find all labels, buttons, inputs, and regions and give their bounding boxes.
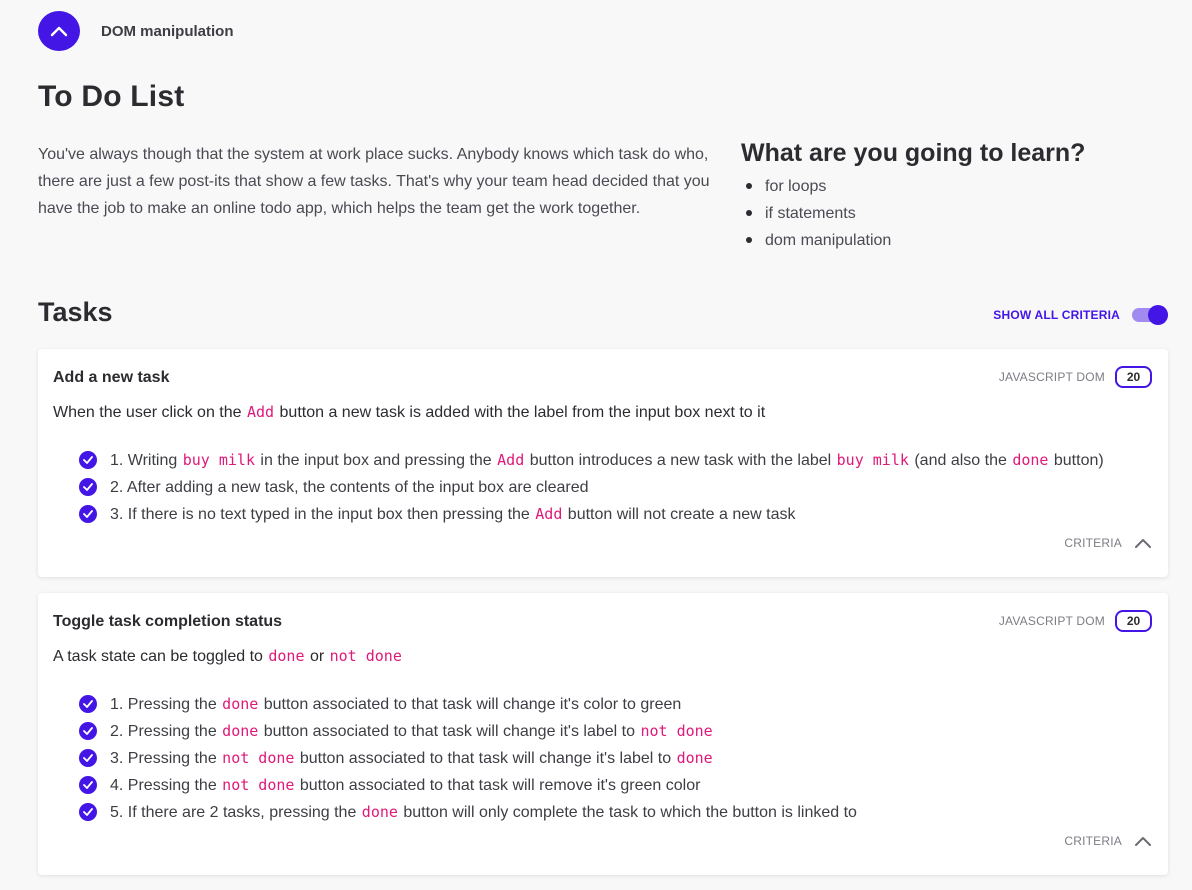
- task-description: When the user click on the Add button a …: [53, 403, 766, 421]
- task-description: A task state can be toggled to done or n…: [53, 647, 402, 665]
- criteria-footer-label: CRITERIA: [1064, 834, 1122, 848]
- code-keyword: done: [1012, 451, 1049, 469]
- topbar: DOM manipulation: [38, 11, 234, 51]
- code-keyword: done: [222, 695, 259, 713]
- criteria-item: 2. After adding a new task, the contents…: [79, 474, 1104, 501]
- code-keyword: done: [268, 647, 305, 665]
- show-all-criteria-toggle[interactable]: [1132, 304, 1168, 326]
- code-keyword: not done: [640, 722, 713, 740]
- chevron-up-icon[interactable]: [1134, 835, 1152, 847]
- criteria-item: 2. Pressing the done button associated t…: [79, 718, 857, 745]
- task-card-title: Toggle task completion status: [53, 613, 283, 630]
- show-all-criteria: SHOW ALL CRITERIA: [993, 304, 1168, 326]
- check-circle-icon: [79, 477, 97, 496]
- learn-title: What are you going to learn?: [741, 139, 1086, 167]
- code-keyword: Add: [497, 451, 525, 469]
- criteria-text: 3. Pressing the not done button associat…: [110, 749, 713, 767]
- code-keyword: done: [222, 722, 259, 740]
- check-circle-icon: [79, 694, 97, 713]
- task-card-add-new-task: Add a new task JAVASCRIPT DOM 20 When th…: [38, 349, 1168, 577]
- code-keyword: not done: [222, 776, 295, 794]
- criteria-text: 1. Writing buy milk in the input box and…: [110, 451, 1104, 469]
- criteria-text: 5. If there are 2 tasks, pressing the do…: [110, 803, 857, 821]
- criteria-text: 3. If there is no text typed in the inpu…: [110, 505, 796, 523]
- criteria-list: 1. Writing buy milk in the input box and…: [79, 447, 1104, 528]
- learn-list: for loops if statements dom manipulation: [745, 173, 891, 254]
- code-keyword: not done: [222, 749, 295, 767]
- criteria-text: 4. Pressing the not done button associat…: [110, 776, 701, 794]
- criteria-item: 3. Pressing the not done button associat…: [79, 745, 857, 772]
- tasks-title: Tasks: [38, 297, 113, 327]
- task-card-title: Add a new task: [53, 369, 170, 386]
- back-button[interactable]: [38, 11, 80, 51]
- check-circle-icon: [79, 802, 97, 821]
- check-circle-icon: [79, 748, 97, 767]
- code-keyword: done: [361, 803, 398, 821]
- task-card-toggle-completion: Toggle task completion status JAVASCRIPT…: [38, 593, 1168, 875]
- criteria-item: 5. If there are 2 tasks, pressing the do…: [79, 799, 857, 826]
- criteria-item: 1. Writing buy milk in the input box and…: [79, 447, 1104, 474]
- toggle-knob: [1148, 305, 1168, 325]
- points-badge: 20: [1115, 366, 1152, 388]
- criteria-text: 2. Pressing the done button associated t…: [110, 722, 713, 740]
- criteria-item: 1. Pressing the done button associated t…: [79, 691, 857, 718]
- learn-item: if statements: [745, 200, 891, 227]
- code-keyword: not done: [329, 647, 402, 665]
- task-card-tags: JAVASCRIPT DOM 20: [999, 366, 1152, 388]
- criteria-item: 3. If there is no text typed in the inpu…: [79, 501, 1104, 528]
- learn-item: dom manipulation: [745, 227, 891, 254]
- chevron-up-icon: [50, 26, 68, 37]
- code-keyword: Add: [246, 403, 275, 421]
- task-tag: JAVASCRIPT DOM: [998, 614, 1105, 628]
- criteria-footer-label: CRITERIA: [1064, 536, 1122, 550]
- task-card-tags: JAVASCRIPT DOM 20: [999, 610, 1152, 632]
- chevron-up-icon[interactable]: [1134, 537, 1152, 549]
- code-keyword: Add: [535, 505, 563, 523]
- page-title: To Do List: [38, 80, 185, 113]
- code-keyword: done: [676, 749, 713, 767]
- criteria-text: 1. Pressing the done button associated t…: [110, 695, 682, 713]
- check-circle-icon: [79, 721, 97, 740]
- code-keyword: buy milk: [182, 451, 255, 469]
- criteria-collapse[interactable]: CRITERIA: [1064, 834, 1152, 848]
- criteria-list: 1. Pressing the done button associated t…: [79, 691, 857, 826]
- show-all-criteria-label[interactable]: SHOW ALL CRITERIA: [993, 308, 1120, 322]
- task-tag: JAVASCRIPT DOM: [998, 370, 1105, 384]
- check-circle-icon: [79, 450, 97, 469]
- intro-text: You've always though that the system at …: [38, 146, 710, 217]
- criteria-collapse[interactable]: CRITERIA: [1064, 536, 1152, 550]
- criteria-text: 2. After adding a new task, the contents…: [110, 478, 589, 496]
- points-badge: 20: [1115, 610, 1152, 632]
- topbar-title: DOM manipulation: [101, 22, 234, 40]
- code-keyword: buy milk: [836, 451, 909, 469]
- check-circle-icon: [79, 504, 97, 523]
- criteria-item: 4. Pressing the not done button associat…: [79, 772, 857, 799]
- learn-item: for loops: [745, 173, 891, 200]
- check-circle-icon: [79, 775, 97, 794]
